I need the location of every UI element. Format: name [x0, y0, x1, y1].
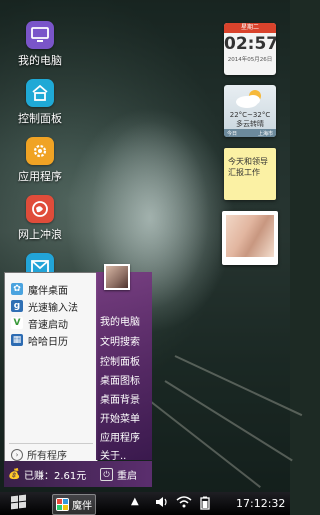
power-icon: ⏻	[100, 468, 113, 481]
start-menu-item-calendar[interactable]: ▦ 哈哈日历	[11, 332, 68, 348]
sticky-note-widget[interactable]: 今天和领导汇报工作	[224, 148, 276, 200]
desktop-icon-label: 应用程序	[18, 170, 62, 183]
desktop-icon-label: 网上冲浪	[18, 228, 62, 241]
desktop-icon-control-panel[interactable]: 控制面板	[10, 79, 70, 126]
monitor-icon	[26, 21, 54, 49]
tray-expand-icon[interactable]: ▲	[131, 496, 139, 507]
photo-frame-widget[interactable]	[222, 211, 278, 265]
weather-city: 上海市	[257, 131, 273, 137]
start-menu-shortcuts-panel: 我的电脑 文明搜索 控制面板 桌面图标 桌面背景 开始菜单 应用程序 关于..	[96, 264, 152, 462]
puzzle-icon	[56, 498, 69, 511]
shortcut-search[interactable]: 文明搜索	[100, 333, 140, 348]
desktop-icon-my-computer[interactable]: 我的电脑	[10, 21, 70, 68]
clock-date: 2014年05月26日	[227, 57, 273, 63]
weather-desc: 多云转晴	[236, 120, 264, 128]
taskbar-app-mobao[interactable]: 魔伴	[52, 494, 96, 515]
desktop-icon-applications[interactable]: 应用程序	[10, 137, 70, 184]
clock-weekday: 星期二	[224, 23, 276, 33]
menu-item-label: 光速输入法	[28, 302, 78, 314]
start-menu-item-mobao-desktop[interactable]: ✿ 魔伴桌面	[11, 281, 68, 297]
shortcut-my-computer[interactable]: 我的电脑	[100, 313, 140, 328]
menu-divider	[9, 443, 93, 444]
money-bag-icon: 💰	[8, 468, 21, 480]
sticky-note-text: 今天和领导汇报工作	[228, 157, 268, 177]
start-button[interactable]	[11, 494, 27, 511]
cloud-sun-icon	[236, 90, 261, 108]
calendar-icon: ▦	[11, 334, 23, 346]
start-menu-footer: 💰 已赚：2.61元 ⏻ 重启	[4, 461, 152, 487]
earned-label: 已赚：2.61元	[24, 471, 87, 482]
taskbar: 魔伴 ▲ 17:12:32	[0, 492, 290, 515]
avatar-image	[106, 266, 128, 288]
gear-icon	[26, 137, 54, 165]
clock-widget[interactable]: 星期二 02:57 2014年05月26日	[224, 23, 276, 75]
earned-amount[interactable]: 💰 已赚：2.61元	[8, 467, 87, 483]
menu-item-label: 音速启动	[28, 319, 68, 331]
house-icon	[26, 79, 54, 107]
taskbar-app-label: 魔伴	[72, 501, 92, 512]
all-programs-label: 所有程序	[27, 451, 67, 462]
taskbar-clock[interactable]: 17:12:32	[236, 497, 285, 510]
shortcut-start-menu[interactable]: 开始菜单	[100, 410, 140, 425]
shortcut-desktop-icons[interactable]: 桌面图标	[100, 372, 140, 387]
clock-time: 02:57	[224, 34, 276, 54]
all-programs-button[interactable]: › 所有程序	[11, 447, 67, 462]
start-menu-item-quick-launch[interactable]: V 音速启动	[11, 315, 68, 331]
desktop-icon-label: 我的电脑	[18, 54, 62, 67]
desktop-icon-internet[interactable]: 网上冲浪	[10, 195, 70, 242]
restart-button[interactable]: ⏻ 重启	[100, 467, 137, 482]
menu-item-label: 魔伴桌面	[28, 285, 68, 297]
weather-day: 今日	[227, 131, 238, 137]
desktop-icon-label: 控制面板	[18, 112, 62, 125]
arrow-right-icon: ›	[11, 448, 23, 461]
weather-footer: 今日 上海市	[224, 129, 276, 137]
battery-icon[interactable]	[199, 496, 211, 513]
photo-image	[226, 215, 274, 257]
weather-widget[interactable]: 22°C~32°C 多云转晴 今日 上海市	[224, 85, 276, 137]
puzzle-icon: ✿	[11, 283, 23, 295]
shortcut-applications[interactable]: 应用程序	[100, 429, 140, 444]
weather-temp: 22°C~32°C	[229, 111, 271, 119]
restart-label: 重启	[117, 471, 137, 482]
shortcut-control-panel[interactable]: 控制面板	[100, 353, 140, 368]
wifi-icon[interactable]	[176, 496, 192, 511]
volume-icon[interactable]	[155, 496, 169, 511]
start-menu-item-input-method[interactable]: g 光速输入法	[11, 298, 78, 314]
avatar[interactable]	[104, 264, 130, 290]
shortcut-about[interactable]: 关于..	[100, 447, 126, 462]
start-menu-programs-panel: ✿ 魔伴桌面 g 光速输入法 V 音速启动 ▦ 哈哈日历 › 所有程序	[4, 272, 98, 462]
menu-item-label: 哈哈日历	[28, 336, 68, 348]
globe-icon	[26, 195, 54, 223]
keyboard-icon: g	[11, 300, 23, 312]
shortcut-desktop-background[interactable]: 桌面背景	[100, 391, 140, 406]
check-v-icon: V	[11, 317, 23, 329]
